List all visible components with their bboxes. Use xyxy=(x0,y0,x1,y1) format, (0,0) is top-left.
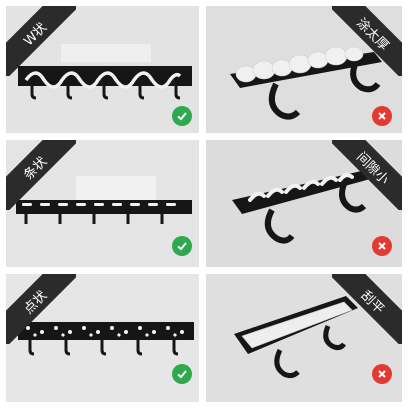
panel-strips: 条状 xyxy=(6,140,199,267)
glue-strips xyxy=(22,203,176,206)
panel-dots: 点状 xyxy=(6,274,199,402)
rack-photo-dots xyxy=(6,274,199,402)
check-icon xyxy=(172,236,192,256)
rack-photo-strips xyxy=(6,140,199,267)
panel-gap-too-small: 间隙小 xyxy=(206,140,402,267)
check-icon xyxy=(172,364,192,384)
comparison-grid: W状 涂太厚 条状 间隙小 点状 刮平 xyxy=(0,0,409,409)
rack-photo-w-shape xyxy=(6,6,199,133)
cross-icon xyxy=(372,236,392,256)
check-icon xyxy=(172,106,192,126)
panel-too-thick: 涂太厚 xyxy=(206,6,402,133)
panel-w-shape: W状 xyxy=(6,6,199,133)
panel-scraped-flat: 刮平 xyxy=(206,274,402,402)
rack-photo-scraped-flat xyxy=(206,274,402,402)
cross-icon xyxy=(372,106,392,126)
cross-icon xyxy=(372,364,392,384)
